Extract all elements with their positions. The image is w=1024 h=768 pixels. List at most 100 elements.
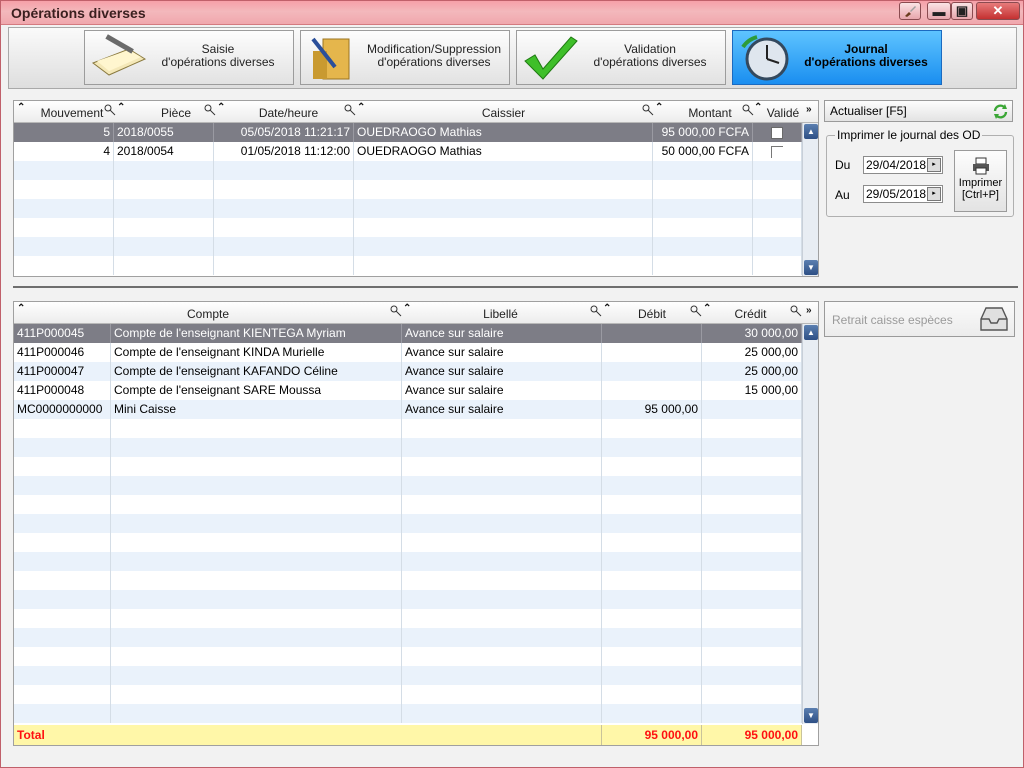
- sort-caret-icon[interactable]: ⌃: [603, 303, 611, 314]
- movements-scrollbar[interactable]: ▲ ▼: [802, 123, 818, 276]
- valide-checkbox[interactable]: [771, 126, 783, 139]
- col-datetime[interactable]: Date/heure: [226, 101, 351, 123]
- print-journal-group: Imprimer le journal des OD Du 29/04/2018…: [826, 128, 1014, 217]
- col-mouvement[interactable]: Mouvement: [28, 101, 116, 123]
- sort-caret-icon[interactable]: ⌃: [117, 102, 125, 113]
- table-row[interactable]: MC0000000000 Mini Caisse Avance sur sala…: [14, 400, 802, 419]
- print-label-1: Imprimer: [958, 177, 1003, 189]
- col-libelle[interactable]: Libellé: [413, 302, 588, 324]
- table-row[interactable]: 411P000047 Compte de l'enseignant KAFAND…: [14, 362, 802, 381]
- sort-caret-icon[interactable]: ⌃: [403, 303, 411, 314]
- col-valide[interactable]: Validé: [765, 101, 801, 123]
- table-row[interactable]: 4 2018/0054 01/05/2018 11:12:00 OUEDRAOG…: [14, 142, 802, 161]
- empty-cell: [114, 161, 214, 180]
- printer-icon: [972, 157, 989, 175]
- validation-button[interactable]: Validation d'opérations diverses: [516, 30, 726, 85]
- table-row[interactable]: 411P000046 Compte de l'enseignant KINDA …: [14, 343, 802, 362]
- refresh-button[interactable]: Actualiser [F5]: [824, 100, 1013, 122]
- retrait-caisse-button[interactable]: Retrait caisse espèces: [824, 301, 1015, 337]
- col-caissier[interactable]: Caissier: [366, 101, 641, 123]
- cell-debit: [602, 324, 702, 343]
- calendar-icon[interactable]: ▸: [927, 158, 941, 172]
- key-icon[interactable]: [590, 305, 602, 317]
- sort-caret-icon[interactable]: ⌃: [217, 102, 225, 113]
- calendar-icon[interactable]: ▸: [927, 187, 941, 201]
- splitter-bar[interactable]: [13, 286, 1018, 288]
- col-credit[interactable]: Crédit: [713, 302, 788, 324]
- cell-libelle: Avance sur salaire: [402, 381, 602, 400]
- empty-row: [14, 237, 802, 256]
- valide-checkbox[interactable]: [771, 145, 783, 158]
- empty-cell: [402, 609, 602, 628]
- empty-cell: [214, 256, 354, 275]
- sort-caret-icon[interactable]: ⌃: [17, 303, 25, 314]
- sort-caret-icon[interactable]: ⌃: [17, 102, 25, 113]
- key-icon[interactable]: [642, 104, 654, 116]
- date-to-field[interactable]: 29/05/2018 ▸: [863, 185, 943, 203]
- empty-cell: [114, 199, 214, 218]
- empty-row: [14, 457, 802, 476]
- empty-cell: [111, 438, 402, 457]
- key-icon[interactable]: [104, 104, 116, 116]
- close-button[interactable]: ✕: [976, 2, 1020, 20]
- key-icon[interactable]: [790, 305, 802, 317]
- cell-montant: 95 000,00 FCFA: [653, 123, 753, 142]
- key-icon[interactable]: [742, 104, 754, 116]
- empty-cell: [111, 514, 402, 533]
- sort-caret-icon[interactable]: ⌃: [754, 102, 762, 113]
- empty-cell: [653, 161, 753, 180]
- sort-caret-icon[interactable]: ⌃: [703, 303, 711, 314]
- print-label-2: [Ctrl+P]: [962, 189, 999, 201]
- journal-button[interactable]: Journal d'opérations diverses: [732, 30, 942, 85]
- entries-scrollbar[interactable]: ▲ ▼: [802, 324, 818, 724]
- empty-cell: [214, 199, 354, 218]
- status-bar: [1, 747, 1023, 767]
- expand-columns-icon[interactable]: »: [806, 305, 812, 316]
- empty-cell: [354, 256, 653, 275]
- date-from-field[interactable]: 29/04/2018 ▸: [863, 156, 943, 174]
- validation-label-2: d'opérations diverses: [593, 55, 707, 69]
- empty-cell: [14, 552, 111, 571]
- cell-credit: 25 000,00: [702, 362, 802, 381]
- saisie-button[interactable]: Saisie d'opérations diverses: [84, 30, 294, 85]
- scroll-down-icon[interactable]: ▼: [804, 260, 818, 275]
- print-button[interactable]: Imprimer [Ctrl+P]: [954, 150, 1007, 212]
- cell-code: 411P000047: [14, 362, 111, 381]
- scroll-down-icon[interactable]: ▼: [804, 708, 818, 723]
- cell-compte: Compte de l'enseignant KINDA Murielle: [111, 343, 402, 362]
- empty-cell: [111, 552, 402, 571]
- empty-cell: [14, 495, 111, 514]
- empty-cell: [111, 647, 402, 666]
- empty-row: [14, 666, 802, 685]
- brush-icon-button[interactable]: [899, 2, 921, 20]
- key-icon[interactable]: [690, 305, 702, 317]
- scroll-up-icon[interactable]: ▲: [804, 325, 818, 340]
- col-compte[interactable]: Compte: [28, 302, 388, 324]
- maximize-button[interactable]: ▣: [951, 2, 973, 20]
- key-icon[interactable]: [390, 305, 402, 317]
- key-icon[interactable]: [204, 104, 216, 116]
- table-row[interactable]: 411P000045 Compte de l'enseignant KIENTE…: [14, 324, 802, 343]
- empty-row: [14, 476, 802, 495]
- col-debit[interactable]: Débit: [613, 302, 691, 324]
- table-row[interactable]: 411P000048 Compte de l'enseignant SARE M…: [14, 381, 802, 400]
- empty-cell: [702, 552, 802, 571]
- cell-libelle: Avance sur salaire: [402, 324, 602, 343]
- expand-columns-icon[interactable]: »: [806, 104, 812, 115]
- modification-button[interactable]: Modification/Suppression d'opérations div…: [300, 30, 510, 85]
- sort-caret-icon[interactable]: ⌃: [357, 102, 365, 113]
- empty-cell: [402, 514, 602, 533]
- key-icon[interactable]: [344, 104, 356, 116]
- table-row[interactable]: 5 2018/0055 05/05/2018 11:21:17 OUEDRAOG…: [14, 123, 802, 142]
- empty-cell: [402, 457, 602, 476]
- empty-cell: [214, 237, 354, 256]
- empty-cell: [111, 571, 402, 590]
- empty-cell: [402, 438, 602, 457]
- sort-caret-icon[interactable]: ⌃: [655, 102, 663, 113]
- empty-cell: [14, 256, 114, 275]
- empty-cell: [602, 419, 702, 438]
- empty-row: [14, 438, 802, 457]
- minimize-button[interactable]: ▬: [927, 2, 951, 20]
- scroll-up-icon[interactable]: ▲: [804, 124, 818, 139]
- empty-cell: [402, 476, 602, 495]
